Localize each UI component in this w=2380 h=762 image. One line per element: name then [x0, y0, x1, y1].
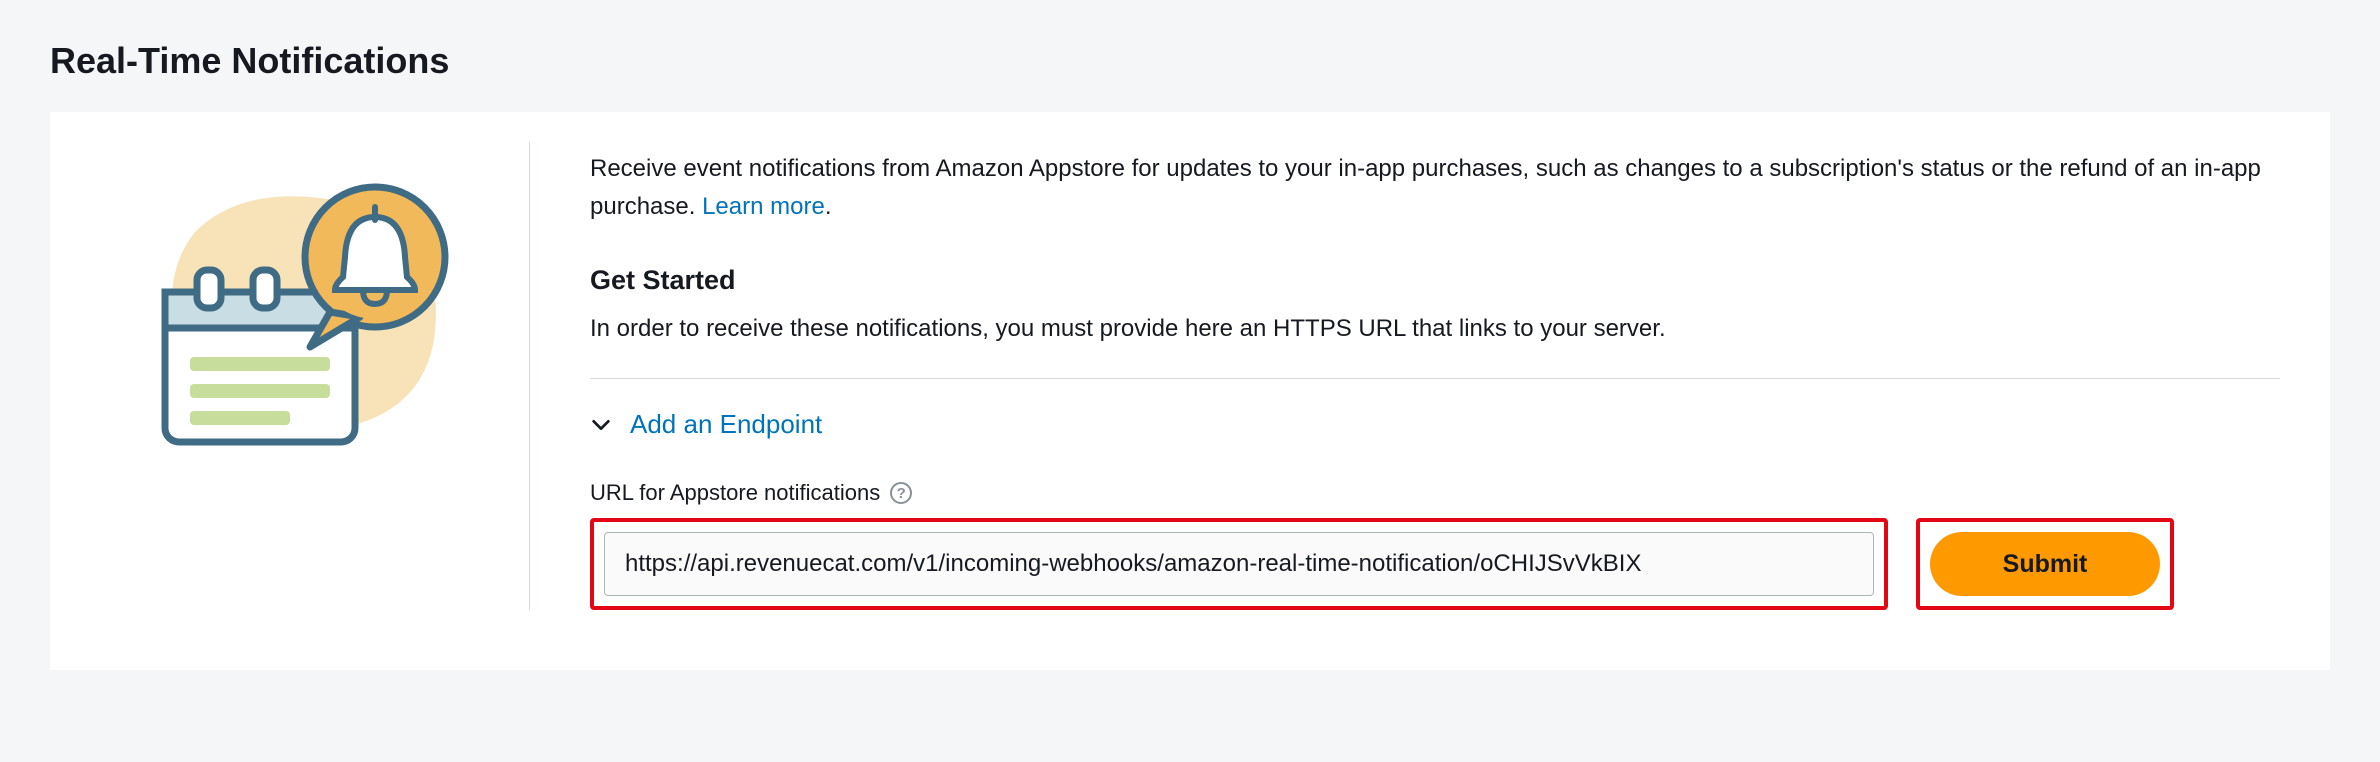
add-endpoint-label: Add an Endpoint	[630, 409, 822, 440]
content-column: Receive event notifications from Amazon …	[530, 142, 2280, 610]
url-input[interactable]	[604, 532, 1874, 596]
page-title: Real-Time Notifications	[50, 40, 2330, 82]
intro-text-body: Receive event notifications from Amazon …	[590, 155, 2261, 220]
submit-button[interactable]: Submit	[1930, 532, 2160, 596]
help-icon[interactable]: ?	[890, 482, 912, 504]
add-endpoint-expander[interactable]: Add an Endpoint	[590, 409, 2280, 440]
learn-more-link[interactable]: Learn more	[702, 193, 825, 220]
get-started-description: In order to receive these notifications,…	[590, 310, 2280, 348]
intro-text: Receive event notifications from Amazon …	[590, 150, 2280, 227]
get-started-heading: Get Started	[590, 265, 2280, 296]
calendar-bell-illustration	[135, 162, 465, 452]
notifications-card: Receive event notifications from Amazon …	[50, 112, 2330, 670]
intro-suffix: .	[825, 193, 832, 220]
submit-button-highlight: Submit	[1916, 518, 2174, 610]
chevron-down-icon	[590, 414, 612, 436]
divider	[590, 378, 2280, 379]
url-input-highlight	[590, 518, 1888, 610]
illustration-column	[100, 142, 530, 610]
url-field-label: URL for Appstore notifications	[590, 480, 880, 506]
